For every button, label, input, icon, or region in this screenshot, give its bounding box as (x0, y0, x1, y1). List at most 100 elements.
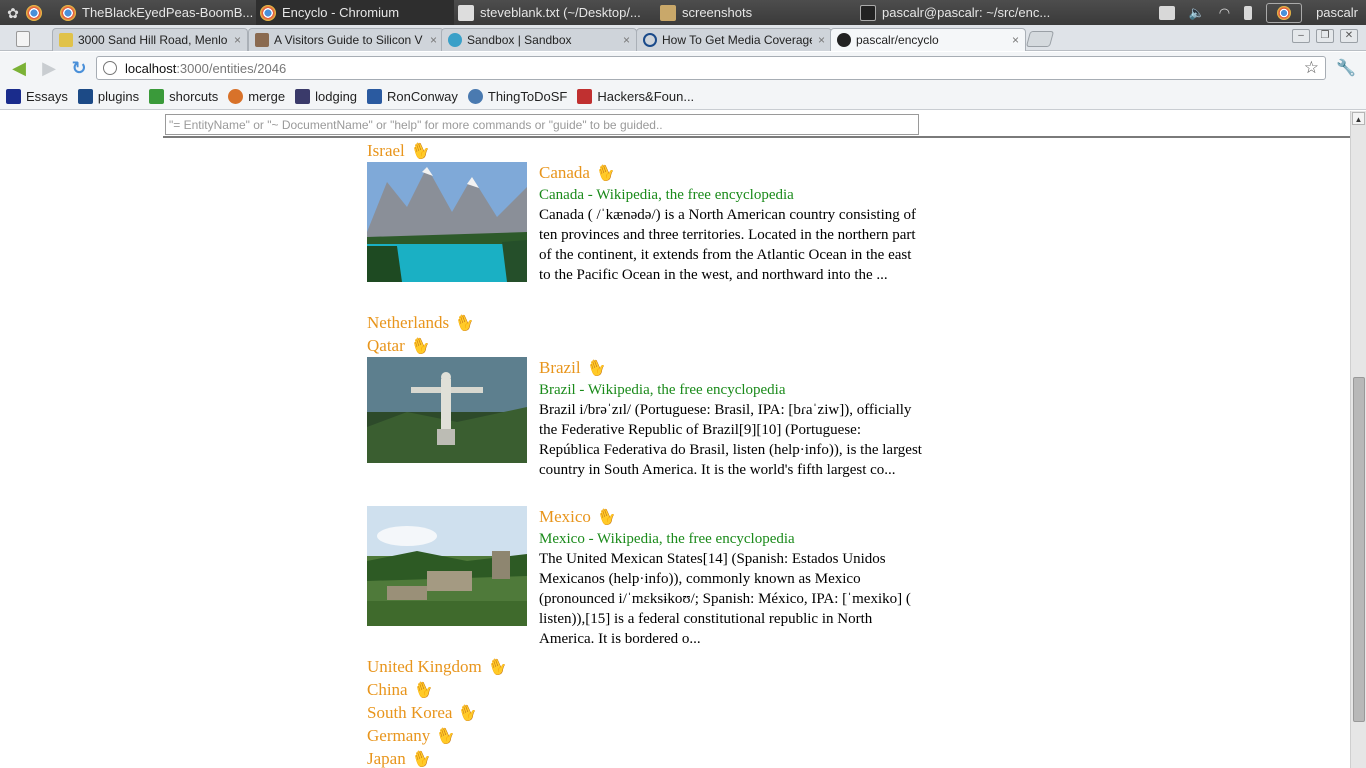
bookmark-hackers-founders[interactable]: Hackers&Foun... (577, 89, 694, 104)
wave-hand-icon[interactable]: ✋ (411, 678, 437, 704)
entity-card-body: Mexico ✋ Mexico - Wikipedia, the free enc… (539, 506, 924, 649)
bookmark-label: lodging (315, 89, 358, 104)
entity-link-united-kingdom[interactable]: United Kingdom ✋ (367, 655, 511, 681)
tab-sand-hill[interactable]: 3000 Sand Hill Road, Menlo × (52, 28, 248, 51)
page-info-icon[interactable] (103, 61, 117, 75)
tab-sandbox[interactable]: Sandbox | Sandbox × (441, 28, 637, 51)
taskbar-item-gedit[interactable]: steveblank.txt (~/Desktop/... (454, 0, 656, 25)
bookmark-plugins[interactable]: plugins (77, 89, 139, 104)
wave-hand-icon[interactable]: ✋ (583, 355, 609, 382)
bookmark-essays[interactable]: Essays (6, 89, 68, 104)
bookmark-ronconway[interactable]: RonConway (367, 89, 458, 104)
close-tab-icon[interactable]: × (234, 33, 241, 47)
entity-link-israel[interactable]: Israel ✋ (367, 139, 434, 165)
wrench-menu-icon[interactable]: 🔧 (1336, 58, 1356, 78)
entity-snippet: Brazil i/brəˈzɪl/ (Portuguese: Brasil, I… (539, 402, 922, 478)
scrollbar-thumb[interactable] (1353, 377, 1365, 722)
taskbar-item-label: screenshots (682, 5, 753, 20)
chromium-tray-icon[interactable] (1266, 2, 1303, 23)
entity-card-body: Canada ✋ Canada - Wikipedia, the free enc… (539, 162, 924, 285)
entity-link-south-korea[interactable]: South Korea ✋ (367, 702, 481, 725)
chromium-launcher-icon[interactable] (26, 4, 42, 21)
wave-hand-icon[interactable]: ✋ (408, 334, 434, 360)
wave-hand-icon[interactable]: ✋ (594, 504, 620, 531)
taskbar-item-music[interactable]: TheBlackEyedPeas-BoomB... (56, 0, 256, 25)
entity-link-china[interactable]: China ✋ (367, 678, 437, 704)
taskbar-item-encyclo[interactable]: Encyclo - Chromium (256, 0, 454, 25)
command-bar (163, 111, 1350, 138)
source-link[interactable]: Brazil - Wikipedia, the free encyclopedi… (539, 380, 924, 400)
thingtodosf-icon (467, 89, 483, 104)
network-icon[interactable] (1158, 5, 1175, 20)
address-bar[interactable]: localhost:3000/entities/2046 ☆ (96, 56, 1326, 80)
entity-card-mexico: Mexico ✋ Mexico - Wikipedia, the free enc… (367, 506, 927, 656)
volume-icon[interactable]: 🔈 (1189, 5, 1205, 21)
maps-pin-icon (59, 33, 73, 47)
bookmark-thingtodosf[interactable]: ThingToDoSF (467, 89, 567, 104)
entity-snippet: Canada ( /ˈkænədə/) is a North American … (539, 207, 916, 283)
canada-lake-image (367, 162, 527, 282)
minimize-button[interactable]: – (1292, 29, 1310, 43)
mexico-ruins-image (367, 506, 527, 626)
entity-link-netherlands[interactable]: Netherlands ✋ (367, 311, 478, 337)
maximize-button[interactable]: ❐ (1316, 29, 1334, 43)
article-thumbnail-icon (255, 33, 269, 47)
chrome-icon (60, 4, 76, 21)
close-tab-icon[interactable]: × (430, 33, 437, 47)
entity-name: United Kingdom (367, 657, 482, 676)
gnome-foot-icon[interactable]: ✿ (4, 4, 22, 22)
battery-icon[interactable] (1244, 5, 1253, 20)
entity-card-brazil: Brazil ✋ Brazil - Wikipedia, the free enc… (367, 357, 927, 505)
taskbar-item-screenshots[interactable]: screenshots (656, 0, 856, 25)
wave-hand-icon[interactable]: ✋ (409, 747, 435, 768)
entity-link-germany[interactable]: Germany ✋ (367, 724, 459, 750)
entity-link-mexico[interactable]: Mexico ✋ (539, 506, 924, 529)
tab-encyclo-github[interactable]: pascalr/encyclo × (830, 28, 1026, 51)
wave-hand-icon[interactable]: ✋ (433, 724, 459, 750)
user-name[interactable]: pascalr (1316, 5, 1358, 20)
close-tab-icon[interactable]: × (818, 33, 825, 47)
canada-lake-photo (367, 162, 527, 282)
system-tray: 🔈 ◠ pascalr (1158, 0, 1366, 25)
wifi-icon[interactable]: ◠ (1219, 5, 1230, 21)
close-window-button[interactable]: ✕ (1340, 29, 1358, 43)
bookmark-merge[interactable]: merge (228, 89, 285, 104)
tab-visitors-guide[interactable]: A Visitors Guide to Silicon V × (248, 28, 444, 51)
bookmark-shorcuts[interactable]: shorcuts (149, 89, 218, 104)
github-icon (837, 33, 851, 47)
lodging-icon (295, 89, 311, 104)
entity-card-body: Brazil ✋ Brazil - Wikipedia, the free enc… (539, 357, 924, 480)
wave-hand-icon[interactable]: ✋ (456, 701, 482, 727)
wave-hand-icon[interactable]: ✋ (452, 311, 478, 337)
new-tab-button[interactable] (1025, 31, 1055, 47)
entity-link-qatar[interactable]: Qatar ✋ (367, 334, 434, 360)
scroll-up-arrow-icon[interactable]: ▲ (1352, 112, 1365, 125)
wave-hand-icon[interactable]: ✋ (485, 655, 511, 681)
forward-arrow-icon[interactable]: ▶ (38, 57, 60, 79)
entity-link-brazil[interactable]: Brazil ✋ (539, 357, 924, 380)
taskbar-item-terminal[interactable]: pascalr@pascalr: ~/src/enc... (856, 0, 1056, 25)
close-tab-icon[interactable]: × (1012, 33, 1019, 47)
entity-link-japan[interactable]: Japan ✋ (367, 747, 435, 768)
back-arrow-icon[interactable]: ◀ (8, 57, 30, 79)
taskbar-item-label: pascalr@pascalr: ~/src/enc... (882, 5, 1051, 20)
bookmarks-bar: Essays plugins shorcuts merge lodging Ro… (0, 84, 1366, 110)
page-menu-icon[interactable] (16, 31, 30, 47)
bookmark-label: shorcuts (169, 89, 219, 104)
wave-hand-icon[interactable]: ✋ (593, 160, 619, 187)
entity-link-canada[interactable]: Canada ✋ (539, 162, 924, 185)
taskbar-item-label: TheBlackEyedPeas-BoomB... (82, 5, 254, 20)
tab-media-coverage[interactable]: How To Get Media Coverage × (636, 28, 832, 51)
source-link[interactable]: Canada - Wikipedia, the free encyclopedi… (539, 185, 924, 205)
bookmark-star-icon[interactable]: ☆ (1304, 58, 1319, 78)
source-link[interactable]: Mexico - Wikipedia, the free encyclopedi… (539, 529, 924, 549)
close-tab-icon[interactable]: × (623, 33, 630, 47)
wave-hand-icon[interactable]: ✋ (408, 139, 434, 165)
plugins-icon (77, 89, 93, 104)
page-scrollbar[interactable]: ▲ (1350, 111, 1366, 768)
entity-name: Germany (367, 726, 431, 745)
reload-icon[interactable]: ↻ (68, 57, 90, 79)
palenque-ruins-photo (367, 506, 527, 626)
command-input[interactable] (165, 114, 919, 135)
bookmark-lodging[interactable]: lodging (295, 89, 357, 104)
